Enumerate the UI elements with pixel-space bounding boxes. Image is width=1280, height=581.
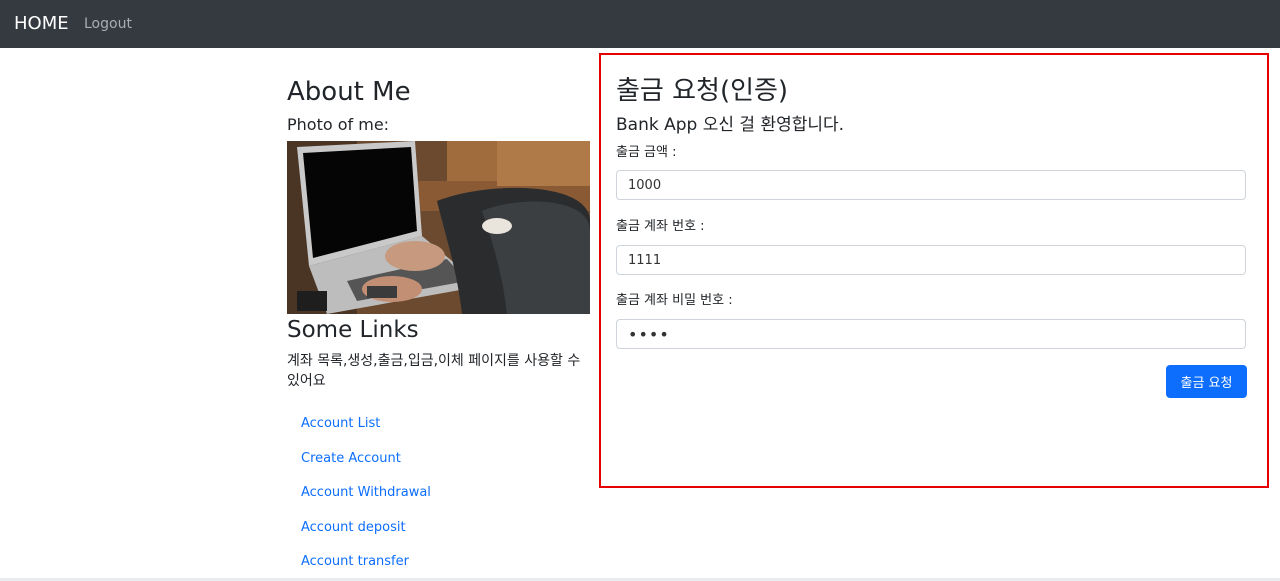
account-deposit-link[interactable]: Account deposit (301, 520, 406, 536)
password-label: 출금 계좌 비밀 번호 : (616, 293, 733, 308)
form-subtitle: Bank App 오신 걸 환영합니다. (616, 115, 845, 135)
links-title: Some Links (287, 317, 419, 343)
photo-label: Photo of me: (287, 115, 390, 134)
form-title: 출금 요청(인증) (616, 76, 789, 106)
account-number-input[interactable] (616, 245, 1246, 275)
top-navbar: HOME Logout (0, 0, 1280, 48)
withdraw-submit-button[interactable]: 출금 요청 (1166, 365, 1247, 398)
amount-input[interactable] (616, 170, 1246, 200)
about-title: About Me (287, 77, 411, 107)
home-link[interactable]: HOME (14, 12, 69, 36)
account-transfer-link[interactable]: Account transfer (301, 554, 409, 570)
amount-label: 출금 금액 : (616, 145, 677, 160)
links-description: 계좌 목록,생성,출금,입금,이체 페이지를 사용할 수 있어요 (287, 353, 581, 389)
account-list-link[interactable]: Account List (301, 416, 380, 432)
account-withdrawal-link[interactable]: Account Withdrawal (301, 485, 431, 501)
account-number-label: 출금 계좌 번호 : (616, 219, 705, 234)
password-input[interactable] (616, 319, 1246, 349)
logout-link[interactable]: Logout (84, 15, 132, 33)
profile-photo (287, 141, 590, 314)
create-account-link[interactable]: Create Account (301, 451, 401, 467)
